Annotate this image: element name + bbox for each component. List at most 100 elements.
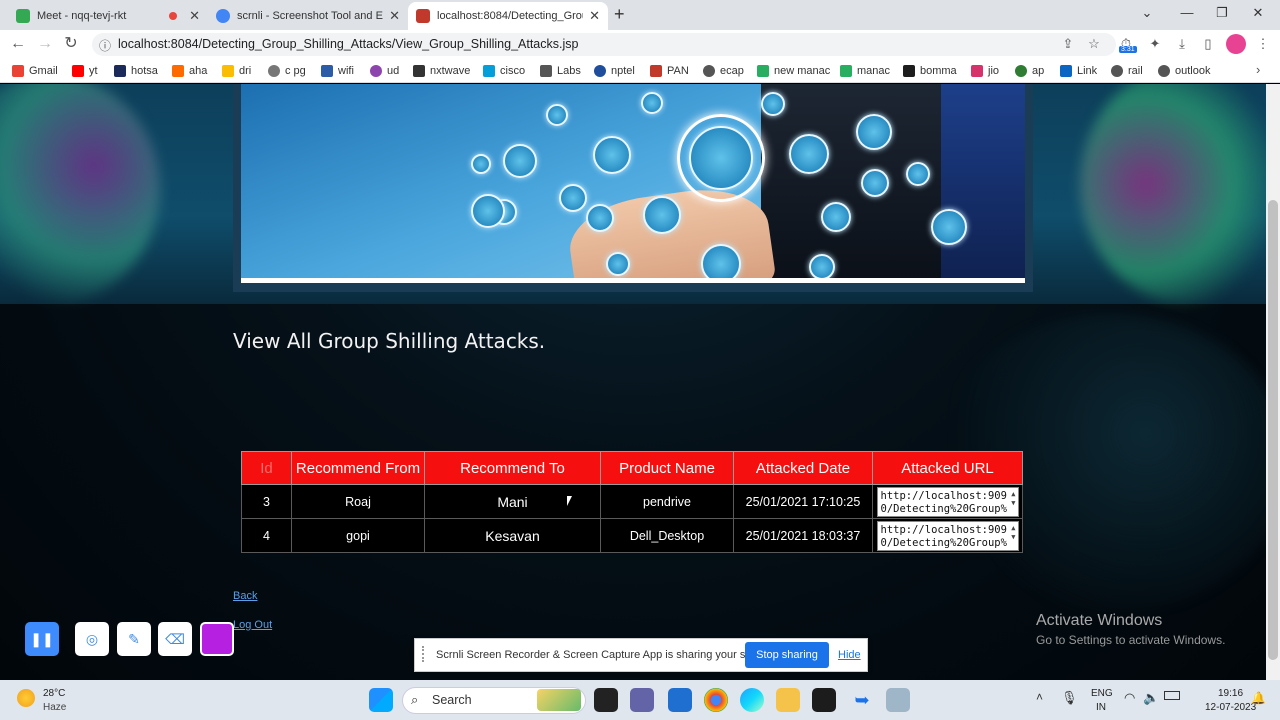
url-textarea[interactable]: http://localhost:909 0/Detecting%20Group… bbox=[876, 486, 1019, 517]
labs-icon bbox=[540, 65, 552, 77]
new-tab-icon[interactable]: + bbox=[614, 4, 625, 25]
url-textarea[interactable]: http://localhost:909 0/Detecting%20Group… bbox=[876, 520, 1019, 551]
bookmark-label: ud bbox=[387, 65, 400, 77]
share-arrow-icon[interactable]: ➥ bbox=[850, 688, 874, 712]
logout-link[interactable]: Log Out bbox=[233, 619, 272, 631]
scrollbar-thumb[interactable] bbox=[1268, 200, 1278, 660]
weather-condition[interactable]: Haze bbox=[43, 702, 66, 713]
bookmark-nxtwave[interactable]: nxtwave bbox=[413, 63, 470, 79]
stop-sharing-button[interactable]: Stop sharing bbox=[745, 642, 829, 668]
notification-icon[interactable]: 🔔 bbox=[1251, 691, 1266, 705]
bookmark-ecap[interactable]: ecap bbox=[703, 63, 744, 79]
user-node bbox=[586, 204, 614, 232]
bookmark-manac[interactable]: manac bbox=[840, 63, 890, 79]
share-icon[interactable]: ⇪ bbox=[1059, 35, 1077, 53]
bookmark-label: dri bbox=[239, 65, 252, 77]
drag-handle-icon[interactable] bbox=[422, 646, 424, 662]
forward-arrow-icon[interactable]: → bbox=[35, 34, 55, 54]
download-icon[interactable]: ⤓ bbox=[1173, 35, 1191, 53]
taskbar-date[interactable]: 12-07-2023 bbox=[1205, 702, 1256, 713]
bookmark-label: wifi bbox=[338, 65, 354, 77]
wifi-icon[interactable]: ◠ bbox=[1124, 690, 1135, 706]
windows-start-icon[interactable] bbox=[369, 688, 393, 712]
scrnli-icon bbox=[216, 9, 230, 23]
table-row: 3 Roaj Mani pendrive 25/01/2021 17:10:25… bbox=[241, 484, 1023, 519]
virtualbox-icon[interactable] bbox=[886, 688, 910, 712]
microphone-icon[interactable]: 🎙 bbox=[1061, 690, 1078, 706]
url-text[interactable]: localhost:8084/Detecting_Group_Shilling_… bbox=[118, 37, 578, 51]
prime-video-icon[interactable] bbox=[668, 688, 692, 712]
back-link[interactable]: Back bbox=[233, 590, 257, 602]
pen-tool-button[interactable]: ✎ bbox=[117, 622, 151, 656]
taskbar-time[interactable]: 19:16 bbox=[1218, 688, 1243, 699]
input-language[interactable]: ENG bbox=[1091, 688, 1113, 699]
bookmark-link[interactable]: Link bbox=[1060, 63, 1097, 79]
menu-kebab-icon[interactable]: ⋮ bbox=[1254, 35, 1272, 53]
column-header-attacked-date: Attacked Date bbox=[733, 451, 873, 485]
tab-localhost[interactable]: localhost:8084/Detecting_Group_ ✕ bbox=[408, 2, 608, 30]
bookmark-label: Gmail bbox=[29, 65, 58, 77]
bookmark-outlook[interactable]: outlook bbox=[1158, 63, 1210, 79]
scroll-arrows-icon[interactable]: ▲ ▼ bbox=[1011, 524, 1015, 542]
pause-recording-button[interactable]: ❚❚ bbox=[25, 622, 59, 656]
bookmark-wifi[interactable]: wifi bbox=[321, 63, 354, 79]
bookmark-bomma[interactable]: bomma bbox=[903, 63, 957, 79]
bookmark-aha[interactable]: aha bbox=[172, 63, 207, 79]
mouse-cursor-icon bbox=[567, 496, 572, 506]
bookmark-ud[interactable]: ud bbox=[370, 63, 399, 79]
show-hidden-icons-icon[interactable]: ˄ bbox=[1036, 690, 1043, 704]
close-tab-icon[interactable]: ✕ bbox=[189, 8, 200, 24]
extensions-puzzle-icon[interactable]: ✦ bbox=[1146, 35, 1164, 53]
bookmark-new-manac[interactable]: new manac bbox=[757, 63, 830, 79]
search-highlight-image bbox=[537, 689, 581, 711]
bookmark-cisco[interactable]: cisco bbox=[483, 63, 525, 79]
task-view-icon[interactable] bbox=[594, 688, 618, 712]
info-icon[interactable]: ⓘ bbox=[99, 37, 111, 54]
bookmark-rail[interactable]: rail bbox=[1111, 63, 1143, 79]
close-tab-icon[interactable]: ✕ bbox=[389, 8, 400, 24]
close-window-icon[interactable]: ✕ bbox=[1236, 0, 1280, 28]
spotlight-tool-button[interactable]: ◎ bbox=[75, 622, 109, 656]
weather-haze-icon[interactable] bbox=[17, 689, 35, 707]
tab-scrnli[interactable]: scrnli - Screenshot Tool and Edito ✕ bbox=[208, 2, 408, 30]
scroll-arrows-icon[interactable]: ▲ ▼ bbox=[1011, 490, 1015, 508]
bookmark-yt[interactable]: yt bbox=[72, 63, 98, 79]
bookmark-labs[interactable]: Labs bbox=[540, 63, 581, 79]
globe-icon bbox=[703, 65, 715, 77]
volume-icon[interactable]: 🔈 bbox=[1143, 690, 1159, 706]
file-explorer-icon[interactable] bbox=[776, 688, 800, 712]
tab-meet[interactable]: Meet - nqq-tevj-rkt ✕ bbox=[8, 2, 208, 30]
table-row: 4 gopi Kesavan Dell_Desktop 25/01/2021 1… bbox=[241, 518, 1023, 553]
input-region[interactable]: IN bbox=[1096, 702, 1106, 713]
tab-title: Meet - nqq-tevj-rkt bbox=[37, 10, 127, 22]
bookmark-nptel[interactable]: nptel bbox=[594, 63, 635, 79]
edge-icon[interactable] bbox=[740, 688, 764, 712]
hotstar-icon bbox=[114, 65, 126, 77]
weather-temperature[interactable]: 28°C bbox=[43, 688, 65, 699]
color-picker-button[interactable] bbox=[200, 622, 234, 656]
terminal-icon[interactable] bbox=[812, 688, 836, 712]
hide-share-bar-link[interactable]: Hide bbox=[838, 649, 861, 661]
eraser-tool-button[interactable]: ⌫ bbox=[158, 622, 192, 656]
back-arrow-icon[interactable]: ← bbox=[8, 34, 28, 54]
aha-icon bbox=[172, 65, 184, 77]
bookmark-gmail[interactable]: Gmail bbox=[12, 63, 58, 79]
chevron-right-icon[interactable]: › bbox=[1256, 62, 1260, 77]
battery-icon[interactable] bbox=[1164, 691, 1180, 700]
bookmark-cpg[interactable]: c pg bbox=[268, 63, 306, 79]
tab-search-icon[interactable]: ⌄ bbox=[1125, 0, 1169, 28]
reload-icon[interactable]: ↻ bbox=[61, 34, 81, 54]
teams-chat-icon[interactable] bbox=[630, 688, 654, 712]
bookmark-jio[interactable]: jio bbox=[971, 63, 999, 79]
cell-recommend-to: Mani bbox=[424, 484, 601, 519]
close-tab-icon[interactable]: ✕ bbox=[589, 8, 600, 24]
profile-avatar[interactable] bbox=[1226, 34, 1246, 54]
chrome-icon[interactable] bbox=[704, 688, 728, 712]
wifi-icon bbox=[321, 65, 333, 77]
side-panel-icon[interactable]: ▯ bbox=[1199, 35, 1217, 53]
bookmark-ap[interactable]: ap bbox=[1015, 63, 1044, 79]
bookmark-dri[interactable]: dri bbox=[222, 63, 251, 79]
bookmark-hotsa[interactable]: hotsa bbox=[114, 63, 158, 79]
bookmark-star-icon[interactable]: ☆ bbox=[1085, 35, 1103, 53]
bookmark-pan[interactable]: PAN bbox=[650, 63, 689, 79]
